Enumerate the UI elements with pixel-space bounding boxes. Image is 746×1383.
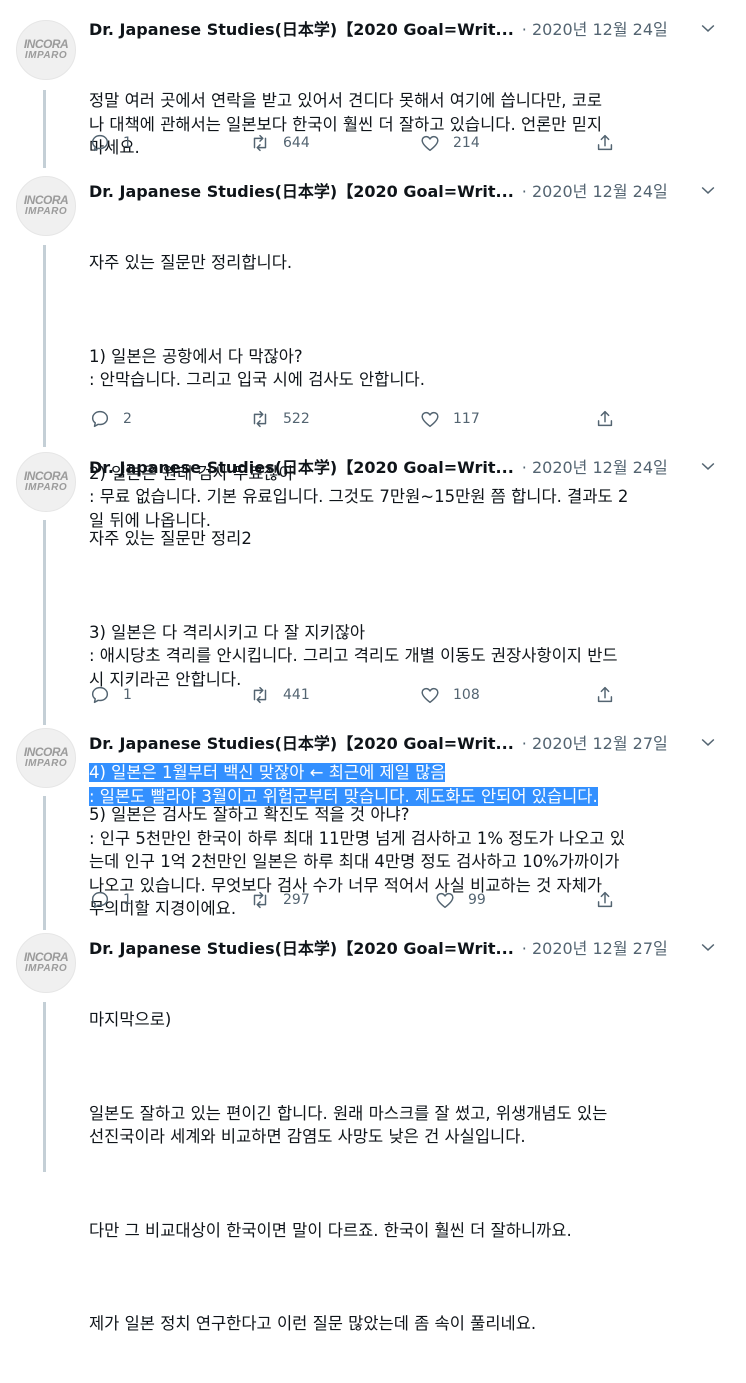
share-button[interactable] (594, 131, 616, 155)
tweet-thread: INCORA IMPARO Dr. Japanese Studies(日本学)【2… (0, 0, 746, 1333)
retweet-count: 644 (283, 135, 310, 151)
retweet-count: 297 (283, 892, 310, 908)
speech-bubble-icon (91, 891, 109, 909)
avatar[interactable]: INCORA IMPARO (16, 933, 76, 993)
heart-icon (421, 411, 439, 428)
tweet-paragraph: 3) 일본은 다 격리시키고 다 잘 지키잖아 : 애시당초 격리를 안시킵니다… (89, 622, 618, 689)
retweet-arrows-icon (253, 891, 267, 909)
tweet-paragraph: 1) 일본은 공항에서 다 막잖아? : 안막습니다. 그리고 입국 시에 검사… (89, 346, 425, 390)
tweet-header: Dr. Japanese Studies(日本学)【2020 Goal=Writ… (89, 730, 726, 754)
tweet-paragraph: 자주 있는 질문만 정리2 (89, 529, 252, 548)
chevron-down-icon[interactable] (698, 456, 718, 476)
thread-connector (43, 1002, 46, 1172)
heart-icon (421, 687, 439, 704)
tweet-actions: 1 441 108 (89, 683, 649, 707)
tweet-header: Dr. Japanese Studies(日本学)【2020 Goal=Writ… (89, 935, 726, 959)
tweet-paragraph: 제가 일본 정치 연구한다고 이런 질문 많았는데 좀 속이 풀리네요. (89, 1314, 537, 1333)
thread-connector (43, 245, 46, 447)
share-upload-icon (597, 686, 613, 703)
thread-connector (43, 796, 46, 930)
retweet-arrows-icon (253, 410, 267, 428)
tweet-actions: 1 297 99 (89, 888, 649, 912)
reply-button[interactable]: 2 (89, 407, 132, 431)
reply-button[interactable]: 1 (89, 888, 132, 912)
like-count: 108 (453, 687, 480, 703)
retweet-arrows-icon (253, 134, 267, 152)
speech-bubble-icon (91, 686, 109, 704)
chevron-down-icon[interactable] (698, 732, 718, 752)
share-upload-icon (597, 134, 613, 151)
retweet-count: 441 (283, 687, 310, 703)
author-name[interactable]: Dr. Japanese Studies(日本学)【2020 Goal=Writ… (89, 178, 514, 202)
speech-bubble-icon (91, 410, 109, 428)
chevron-down-icon[interactable] (698, 18, 718, 38)
share-upload-icon (597, 410, 613, 427)
heart-icon (421, 135, 439, 152)
retweet-count: 522 (283, 411, 310, 427)
tweet-header: Dr. Japanese Studies(日本学)【2020 Goal=Writ… (89, 16, 726, 40)
reply-count: 1 (123, 892, 132, 908)
reply-count: 1 (123, 687, 132, 703)
reply-count: 2 (123, 411, 132, 427)
avatar[interactable]: INCORA IMPARO (16, 728, 76, 788)
share-upload-icon (597, 891, 613, 908)
like-button[interactable]: 214 (419, 131, 480, 155)
share-button[interactable] (594, 407, 616, 431)
reply-button[interactable]: 1 (89, 131, 132, 155)
like-count: 117 (453, 411, 480, 427)
author-name[interactable]: Dr. Japanese Studies(日本学)【2020 Goal=Writ… (89, 935, 514, 959)
avatar[interactable]: INCORA IMPARO (16, 176, 76, 236)
tweet-actions: 2 522 117 (89, 407, 649, 431)
like-count: 99 (468, 892, 486, 908)
tweet-paragraph: 다만 그 비교대상이 한국이면 말이 다르죠. 한국이 훨씬 더 잘하니까요. (89, 1220, 572, 1240)
tweet-paragraph: 자주 있는 질문만 정리합니다. (89, 253, 293, 272)
tweet-actions: 1 644 214 (89, 131, 649, 155)
author-name[interactable]: Dr. Japanese Studies(日本学)【2020 Goal=Writ… (89, 730, 514, 754)
thread-connector (43, 520, 46, 725)
author-name[interactable]: Dr. Japanese Studies(日本学)【2020 Goal=Writ… (89, 16, 514, 40)
speech-bubble-icon (91, 134, 109, 152)
thread-connector (43, 90, 46, 168)
avatar[interactable]: INCORA IMPARO (16, 452, 76, 512)
retweet-button[interactable]: 441 (249, 683, 310, 707)
tweet-date[interactable]: · 2020년 12월 27일 (522, 730, 668, 754)
tweet-header: Dr. Japanese Studies(日本学)【2020 Goal=Writ… (89, 454, 726, 478)
heart-icon (436, 892, 454, 909)
tweet-header: Dr. Japanese Studies(日本学)【2020 Goal=Writ… (89, 178, 726, 202)
retweet-button[interactable]: 522 (249, 407, 310, 431)
avatar[interactable]: INCORA IMPARO (16, 20, 76, 80)
tweet-paragraph: 마지막으로) (89, 1010, 172, 1029)
tweet-date[interactable]: · 2020년 12월 24일 (522, 16, 668, 40)
retweet-arrows-icon (253, 686, 267, 704)
like-button[interactable]: 108 (419, 683, 480, 707)
retweet-button[interactable]: 297 (249, 888, 310, 912)
reply-button[interactable]: 1 (89, 683, 132, 707)
share-button[interactable] (594, 683, 616, 707)
like-count: 214 (453, 135, 480, 151)
like-button[interactable]: 99 (434, 888, 486, 912)
tweet-date[interactable]: · 2020년 12월 27일 (522, 935, 668, 959)
tweet-date[interactable]: · 2020년 12월 24일 (522, 178, 668, 202)
retweet-button[interactable]: 644 (249, 131, 310, 155)
share-button[interactable] (594, 888, 616, 912)
chevron-down-icon[interactable] (698, 937, 718, 957)
like-button[interactable]: 117 (419, 407, 480, 431)
tweet-date[interactable]: · 2020년 12월 24일 (522, 454, 668, 478)
reply-count: 1 (123, 135, 132, 151)
tweet-paragraph: 일본도 잘하고 있는 편이긴 합니다. 원래 마스크를 잘 썼고, 위생개념도 … (89, 1103, 608, 1147)
chevron-down-icon[interactable] (698, 180, 718, 200)
author-name[interactable]: Dr. Japanese Studies(日本学)【2020 Goal=Writ… (89, 454, 514, 478)
